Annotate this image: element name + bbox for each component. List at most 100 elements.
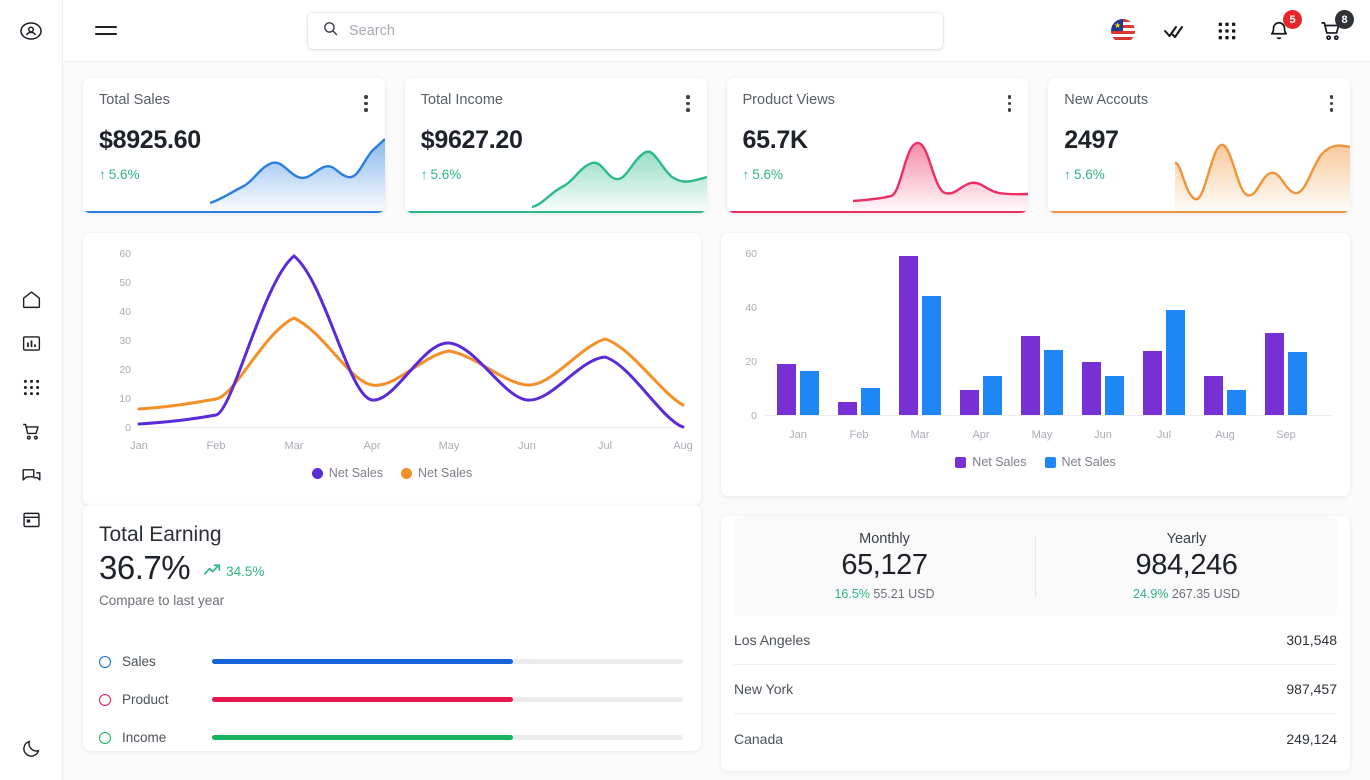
monthly-percent: 16.5% (834, 587, 869, 601)
monthly-sub: 16.5% 55.21 USD (734, 587, 1035, 601)
city-name: Canada (734, 731, 783, 747)
sidebar-item-apps[interactable] (11, 367, 51, 407)
city-value: 987,457 (1286, 681, 1337, 697)
total-earning-compare: Compare to last year (99, 593, 685, 608)
circle-icon (99, 656, 111, 668)
list-item[interactable]: New York 987,457 (734, 665, 1337, 714)
city-value: 301,548 (1286, 632, 1337, 648)
left-column: 605040 302010 0 JanFebMar AprMayJun JulA… (83, 233, 701, 771)
search-input[interactable] (349, 23, 929, 39)
sidebar-item-calendar[interactable] (11, 499, 51, 539)
stat-title: Total Income (421, 92, 691, 108)
dark-mode-toggle-moon-icon[interactable] (11, 728, 51, 768)
sidebar-item-ecommerce[interactable] (11, 411, 51, 451)
svg-text:50: 50 (119, 277, 131, 289)
progress-track[interactable] (212, 735, 683, 740)
progress-label: Product (122, 692, 212, 707)
svg-text:60: 60 (119, 248, 131, 260)
progress-fill (212, 735, 513, 740)
svg-text:Jul: Jul (1157, 429, 1171, 441)
language-flag-icon[interactable]: ★ (1108, 16, 1138, 46)
svg-text:Mar: Mar (911, 429, 930, 441)
legend-color-dot (312, 468, 323, 479)
hamburger-menu-icon[interactable] (95, 14, 129, 48)
progress-fill (212, 659, 513, 664)
svg-text:Apr: Apr (363, 440, 380, 452)
yearly-summary: Yearly 984,246 24.9% 267.35 USD (1036, 531, 1337, 601)
card-menu-icon[interactable] (1327, 92, 1337, 115)
svg-text:Jun: Jun (1094, 429, 1112, 441)
stat-card-product-views[interactable]: Product Views 65.7K ↑ 5.6% (727, 78, 1029, 213)
double-check-icon[interactable] (1160, 16, 1190, 46)
progress-track[interactable] (212, 697, 683, 702)
stat-card-total-income[interactable]: Total Income $9627.20 ↑ 5.6% (405, 78, 707, 213)
stat-title: Total Sales (99, 92, 369, 108)
svg-text:Aug: Aug (1215, 429, 1235, 441)
card-menu-icon[interactable] (683, 92, 693, 115)
svg-text:Jul: Jul (598, 440, 612, 452)
summary-panel: Monthly 65,127 16.5% 55.21 USD Yearly 98… (721, 516, 1350, 771)
legend-label: Net Sales (329, 466, 383, 480)
cart-badge: 8 (1335, 10, 1354, 29)
legend-item[interactable]: Net Sales (1045, 455, 1116, 469)
card-menu-icon[interactable] (1005, 92, 1015, 115)
progress-fill (212, 697, 513, 702)
yearly-label: Yearly (1036, 531, 1337, 547)
svg-text:20: 20 (119, 364, 131, 376)
main-content: Total Sales $8925.60 ↑ 5.6% Total Income… (63, 62, 1370, 780)
trend-value: 34.5% (226, 564, 264, 579)
arrow-up-icon: ↑ (421, 167, 428, 182)
svg-text:0: 0 (751, 410, 757, 422)
yearly-value: 984,246 (1036, 549, 1337, 582)
bar-chart: 6040200 (721, 233, 1350, 465)
city-name: Los Angeles (734, 632, 810, 648)
top-header: ★ 5 8 (63, 0, 1370, 62)
card-menu-icon[interactable] (361, 92, 371, 115)
legend-label: Net Sales (1062, 455, 1116, 469)
stat-card-new-accounts[interactable]: New Accouts 2497 ↑ 5.6% (1048, 78, 1350, 213)
bar-chart-panel: 6040200 (721, 233, 1350, 496)
bar-chart-legend: Net Sales Net Sales (721, 455, 1350, 469)
svg-text:10: 10 (119, 393, 131, 405)
arrow-up-icon: ↑ (99, 167, 106, 182)
right-column: 6040200 (721, 233, 1350, 771)
cart-icon[interactable]: 8 (1316, 16, 1346, 46)
sparkline-product-views (853, 133, 1028, 211)
total-earning-panel: Total Earning 36.7% 34.5% Compare to las… (83, 505, 701, 751)
flag-icon: ★ (1111, 19, 1135, 43)
svg-text:Feb: Feb (207, 440, 226, 452)
line-chart: 605040 302010 0 JanFebMar AprMayJun JulA… (83, 233, 701, 478)
sidebar-item-analytics[interactable] (11, 323, 51, 363)
legend-color-dot (401, 468, 412, 479)
legend-item[interactable]: Net Sales (401, 466, 472, 480)
progress-row-income: Income (99, 730, 685, 745)
search-bar[interactable] (308, 13, 943, 49)
svg-text:Aug: Aug (673, 440, 693, 452)
legend-label: Net Sales (418, 466, 472, 480)
sidebar-item-messages[interactable] (11, 455, 51, 495)
account-circle-icon[interactable] (11, 11, 51, 51)
card-accent-bar (83, 211, 385, 213)
dashboard-grid: 605040 302010 0 JanFebMar AprMayJun JulA… (83, 233, 1350, 771)
legend-item[interactable]: Net Sales (955, 455, 1026, 469)
svg-text:40: 40 (119, 306, 131, 318)
sidebar-item-home[interactable] (11, 279, 51, 319)
monthly-yearly-box: Monthly 65,127 16.5% 55.21 USD Yearly 98… (734, 516, 1337, 616)
list-item[interactable]: Los Angeles 301,548 (734, 616, 1337, 665)
svg-text:Feb: Feb (850, 429, 869, 441)
progress-track[interactable] (212, 659, 683, 664)
legend-color-swatch (955, 457, 966, 468)
legend-item[interactable]: Net Sales (312, 466, 383, 480)
notifications-bell-icon[interactable]: 5 (1264, 16, 1294, 46)
stat-card-total-sales[interactable]: Total Sales $8925.60 ↑ 5.6% (83, 78, 385, 213)
svg-text:40: 40 (745, 302, 757, 314)
card-accent-bar (1048, 211, 1350, 213)
card-accent-bar (405, 211, 707, 213)
progress-row-product: Product (99, 692, 685, 707)
app-launcher-grid-icon[interactable] (1212, 16, 1242, 46)
circle-icon (99, 694, 111, 706)
svg-text:Apr: Apr (972, 429, 989, 441)
list-item[interactable]: Canada 249,124 (734, 714, 1337, 763)
line-chart-panel: 605040 302010 0 JanFebMar AprMayJun JulA… (83, 233, 701, 505)
progress-label: Income (122, 730, 212, 745)
